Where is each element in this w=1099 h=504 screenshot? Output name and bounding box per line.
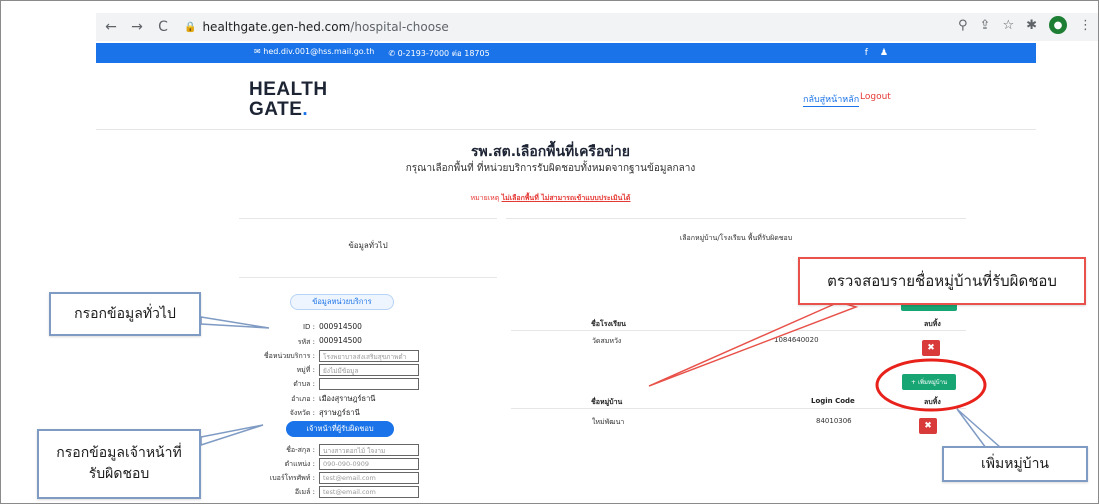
field-label-district: อำเภอ : [291,395,315,403]
nav-home-link[interactable]: กลับสู่หน้าหลัก [803,92,860,107]
school-col-delete: ลบทิ้ง [924,320,941,328]
field-value-code: 000914500 [319,336,362,345]
reload-button[interactable]: C [152,16,174,38]
school-col-name: ชื่อโรงเรียน [591,320,626,328]
callout-add-village: เพิ่มหมู่บ้าน [942,446,1088,482]
zoom-icon[interactable]: ⚲ [958,18,968,33]
callout-check-villages: ตรวจสอบรายชื่อหมู่บ้านที่รับผิดชอบ [798,257,1086,305]
general-info-heading: ข้อมูลทั่วไป [348,241,388,250]
forward-button[interactable]: → [126,16,148,38]
address-bar[interactable]: 🔒 healthgate.gen-hed.com/hospital-choose [184,16,964,38]
note-link[interactable]: ไม่เลือกพื้นที่ ไม่สามารถเข้าแบบประเมินไ… [502,194,631,202]
browser-toolbar: ← → C 🔒 healthgate.gen-hed.com/hospital-… [96,13,1098,41]
callout-staff-line1: กรอกข้อมูลเจ้าหน้าที่ [56,445,182,461]
unit-info-section-pill: ข้อมูลหน่วยบริการ [290,294,394,310]
callout-general-info: กรอกข้อมูลทั่วไป [49,292,201,336]
field-label-subdistrict: ตำบล : [293,380,315,388]
village-col-name: ชื่อหมู่บ้าน [591,398,623,406]
phone-icon: ✆ [388,48,398,58]
field-label-id: ID : [302,323,315,331]
panel-divider [239,277,497,278]
logo-line1: HEALTH [249,79,328,100]
page-subtitle: กรุณาเลือกพื้นที่ ที่หน่วยบริการรับผิดชอ… [405,163,696,174]
delete-school-button[interactable]: ✖ [922,340,940,356]
field-label-email: อีเมล์ : [294,488,315,496]
back-button[interactable]: ← [100,16,122,38]
delete-village-button[interactable]: ✖ [919,418,937,434]
contact-bar: ✉ hed.div.001@hss.mail.go.th ✆ 0-2193-70… [96,43,1036,63]
share-icon[interactable]: ⇪ [980,18,991,33]
extensions-icon[interactable]: ✱ [1026,18,1037,33]
email-input[interactable]: test@email.com [319,486,419,498]
facebook-icon[interactable]: f [865,48,868,58]
field-label-province: จังหวัด : [289,409,315,417]
fullname-input[interactable]: นางสาวดอกไม้ ใจงาม [319,444,419,456]
field-value-district: เมืองสุราษฎร์ธานี [319,394,376,403]
note-prefix: หมายเหตุ [470,194,500,202]
social-icon[interactable]: ♟ [880,48,888,58]
subdistrict-input[interactable] [319,378,419,390]
village-col-delete: ลบทิ้ง [924,398,941,406]
village-col-login-code: Login Code [811,397,855,405]
delete-icon: ✖ [927,343,935,353]
menu-kebab-icon[interactable]: ⋮ [1079,18,1092,33]
site-logo[interactable]: HEALTH GATE. [249,80,328,120]
village-no-input[interactable]: ยังไม่มีข้อมูล [319,364,419,376]
field-label-village-no: หมู่ที่ : [296,366,315,374]
page-title: รพ.สต.เลือกพื้นที่เครือข่าย [470,144,630,160]
position-input[interactable]: 090-090-0909 [319,458,419,470]
email-contact[interactable]: ✉ hed.div.001@hss.mail.go.th [254,47,374,60]
table-rule [511,408,966,409]
profile-avatar-icon[interactable]: ● [1049,16,1067,34]
phone-input[interactable]: test@email.com [319,472,419,484]
lock-icon: 🔒 [184,21,197,33]
table-rule [511,330,966,331]
url-path: /hospital-choose [350,20,449,34]
add-village-button[interactable]: + เพิ่มหมู่บ้าน [902,374,956,390]
callout-staff-info: กรอกข้อมูลเจ้าหน้าที่ รับผิดชอบ [37,429,201,499]
bookmark-star-icon[interactable]: ☆ [1002,18,1014,33]
field-label-code: รหัส : [297,338,315,346]
page-note: หมายเหตุ ไม่เลือกพื้นที่ ไม่สามารถเข้าแบ… [1,193,1098,204]
browser-actions: ⚲ ⇪ ☆ ✱ ● ⋮ [958,16,1092,34]
mail-icon: ✉ [254,46,264,56]
village-row-name: ใหม่พัฒนา [592,418,625,426]
field-value-province: สุราษฎร์ธานี [319,408,360,417]
field-label-phone: เบอร์โทรศัพท์ : [269,474,315,482]
field-value-id: 000914500 [319,322,362,331]
village-row-code: 84010306 [816,417,852,425]
add-village-label: เพิ่มหมู่บ้าน [917,379,948,386]
area-select-heading: เลือกหมู่บ้าน/โรงเรียน พื้นที่รับผิดชอบ [679,234,793,242]
callout-staff-line2: รับผิดชอบ [88,466,150,482]
unit-name-input[interactable]: โรงพยาบาลส่งเสริมสุขภาพตำ [319,350,419,362]
general-info-panel: ข้อมูลทั่วไป ข้อมูลหน่วยบริการ ID : 0009… [239,218,497,503]
staff-section-pill: เจ้าหน้าที่ผู้รับผิดชอบ [286,421,394,437]
plus-icon: + [910,378,916,386]
logout-link[interactable]: Logout [860,92,891,102]
header-divider [96,129,1036,130]
school-row-name: วัดสมหวัง [592,337,622,345]
school-row-code: 1084640020 [774,336,819,344]
field-label-unit-name: ชื่อหน่วยบริการ : [263,352,315,360]
url-domain: healthgate.gen-hed.com [202,20,351,34]
delete-icon: ✖ [924,421,932,431]
field-label-fullname: ชื่อ-สกุล : [286,446,315,454]
phone-contact: ✆ 0-2193-7000 ต่อ 18705 [388,48,490,58]
screenshot-frame: ← → C 🔒 healthgate.gen-hed.com/hospital-… [0,0,1099,504]
field-label-position: ตำแหน่ง : [284,460,315,468]
logo-line2: GATE. [249,99,309,120]
